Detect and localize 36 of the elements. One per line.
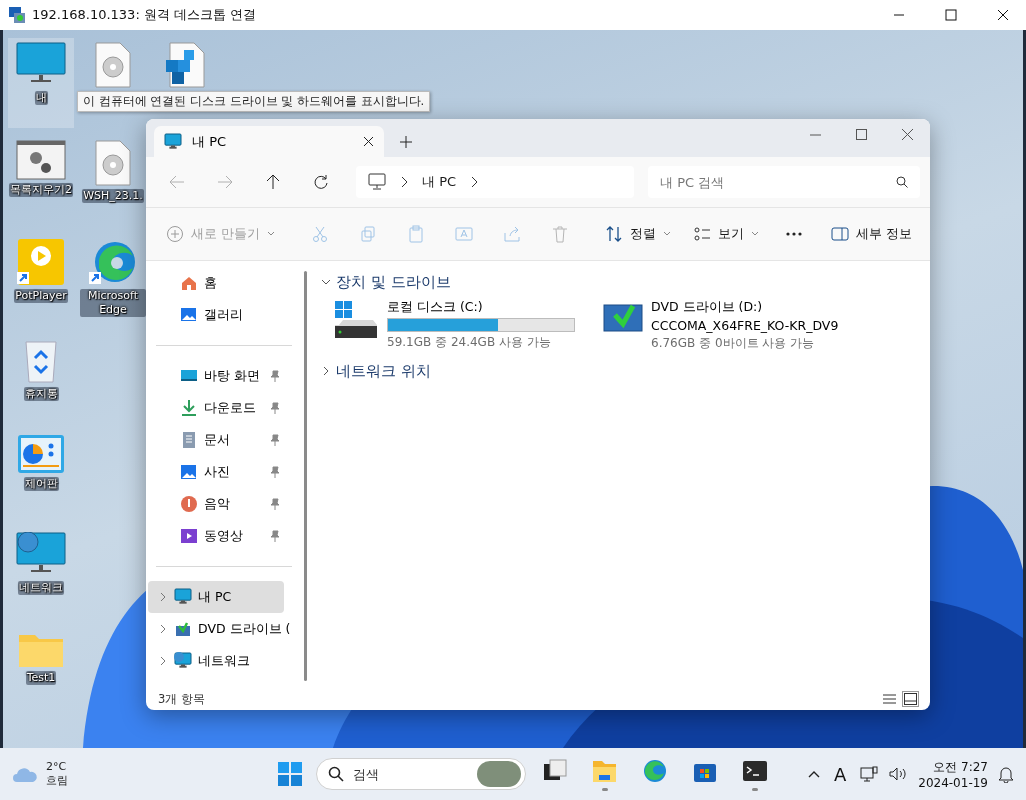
sidebar-item[interactable]: 내 PC	[148, 581, 284, 613]
drive-item[interactable]: DVD 드라이브 (D:) CCCOMA_X64FRE_KO-KR_DV9 6.76GB 중 0바이트 사용 가능	[603, 299, 853, 352]
toolbar-button[interactable]: 세부 정보	[821, 217, 922, 251]
free-space: 6.76GB 중 0바이트 사용 가능	[651, 335, 816, 352]
temperature: 2°C	[46, 760, 68, 774]
sidebar-item[interactable]: 갤러리	[148, 299, 284, 331]
address-bar[interactable]: 내 PC	[356, 166, 634, 198]
tooltip: 이 컴퓨터에 연결된 디스크 드라이브 및 하드웨어를 표시합니다.	[77, 91, 431, 112]
tab[interactable]: 내 PC	[154, 126, 384, 157]
desktop-icon[interactable]: 내	[8, 38, 74, 128]
sidebar-item[interactable]: 동영상	[148, 520, 284, 552]
sidebar-item[interactable]: 사진	[148, 456, 284, 488]
free-space: 59.1GB 중 24.4GB 사용 가능	[387, 334, 552, 351]
sidebar-item[interactable]: 음악	[148, 488, 284, 520]
toolbar-button[interactable]: 정렬	[595, 217, 681, 251]
drive-name: DVD 드라이브 (D:)	[651, 299, 764, 316]
input-method-indicator[interactable]: A	[829, 763, 851, 785]
sidebar-item[interactable]: 홈	[148, 267, 284, 299]
sidebar-item[interactable]: 바탕 화면	[148, 360, 284, 392]
clock[interactable]: 오전 7:27 2024-01-19	[918, 758, 988, 790]
weather-widget[interactable]: 2°C 흐림	[12, 760, 272, 788]
sidebar-item[interactable]: DVD 드라이브 (	[148, 613, 295, 645]
volume-label: CCCOMA_X64FRE_KO-KR_DV9	[651, 318, 839, 333]
sidebar-item[interactable]: 문서	[148, 424, 284, 456]
sidebar-item[interactable]: 다운로드	[148, 392, 284, 424]
drive-name: 로컬 디스크 (C:)	[387, 299, 484, 316]
drive-item[interactable]: 로컬 디스크 (C:) 59.1GB 중 24.4GB 사용 가능	[333, 299, 583, 352]
sidebar-item[interactable]: 네트워크	[148, 645, 284, 677]
breadcrumb[interactable]: 내 PC	[422, 173, 457, 191]
search-field[interactable]: 내 PC 검색	[648, 166, 920, 198]
group-header[interactable]: 장치 및 드라이브	[321, 271, 451, 293]
item-count: 3개 항목	[158, 691, 205, 707]
toolbar-button[interactable]: 보기	[683, 217, 769, 251]
window-title: 192.168.10.133: 원격 데스크톱 연결	[32, 6, 257, 24]
weather-condition: 흐림	[46, 774, 68, 788]
group-header[interactable]: 네트워크 위치	[321, 360, 431, 382]
